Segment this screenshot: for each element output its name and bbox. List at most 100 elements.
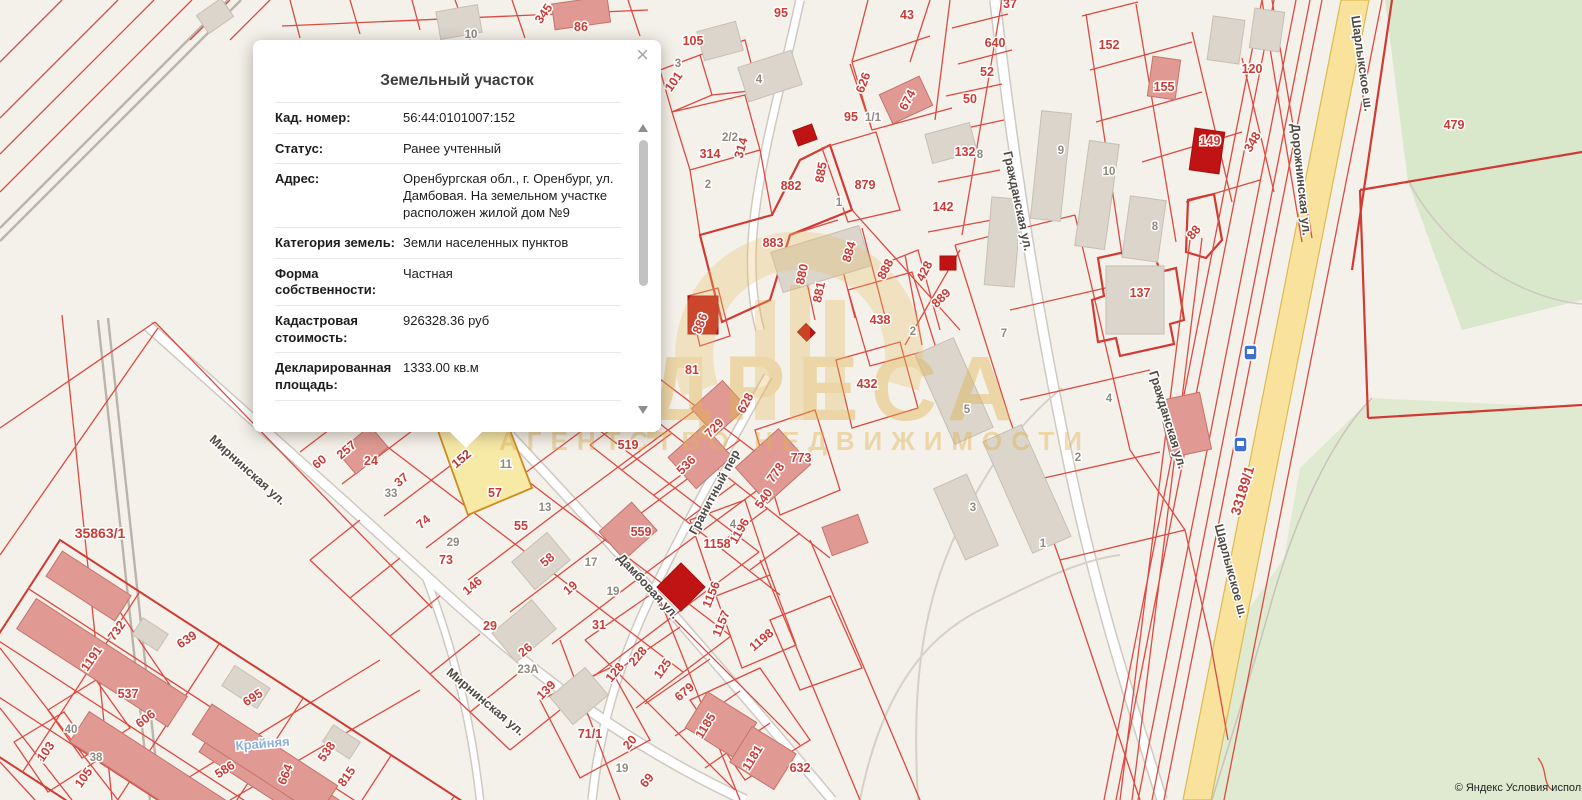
- parcel-number-label: 815: [335, 764, 358, 789]
- parcel-number-label: 146: [460, 574, 485, 598]
- parcel-number-label: 885: [812, 161, 829, 184]
- parcel-number-label: 1198: [747, 626, 777, 654]
- parcel-number-label: 2: [705, 179, 711, 191]
- parcel-number-label: 10: [1103, 166, 1116, 178]
- parcel-number-label: 632: [790, 761, 811, 775]
- parcel-number-label: 4: [730, 519, 737, 531]
- parcel-number-label: 640: [985, 36, 1006, 50]
- transit-stop-icon[interactable]: [1234, 437, 1247, 452]
- parcel-number-label: 537: [118, 687, 139, 701]
- popup-row: Декларированная площадь:1333.00 кв.м: [275, 353, 621, 400]
- parcel-number-label: 2: [910, 326, 916, 338]
- row-label: Декларированная площадь:: [275, 360, 399, 393]
- parcel-number-label: 105: [72, 765, 95, 790]
- parcel-number-label: 23A: [517, 664, 538, 676]
- parcel-number-label: 95: [774, 6, 788, 20]
- scroll-up-icon[interactable]: [638, 124, 648, 132]
- parcel-info-popup: × Земельный участок Кад. номер:56:44:010…: [253, 40, 661, 432]
- popup-row: Кад. номер:56:44:0101007:152: [275, 102, 621, 134]
- parcel-number-label: 24: [364, 454, 378, 468]
- parcel-number-label: 889: [929, 286, 954, 311]
- parcel-number-label: 71/1: [578, 727, 602, 741]
- parcel-number-label: 5: [964, 404, 971, 416]
- parcel-number-label: 1/1: [865, 112, 882, 124]
- parcel-number-label: 4: [756, 74, 763, 86]
- parcel-number-label: 95: [844, 110, 858, 124]
- popup-row: Адрес:Оренбургская обл., г. Оренбург, ул…: [275, 164, 621, 228]
- parcel-number-label: 1158: [703, 537, 730, 551]
- parcel-number-label: 559: [631, 525, 652, 539]
- parcel-number-label: 29: [483, 619, 497, 633]
- parcel-number-label: 155: [1154, 80, 1175, 94]
- parcel-number-label: 11: [500, 459, 513, 471]
- row-label: Кад. номер:: [275, 110, 399, 127]
- parcel-number-label: 31: [592, 618, 606, 632]
- parcel-number-label: 137: [1130, 286, 1151, 300]
- row-label: Форма собственности:: [275, 266, 399, 299]
- parcel-number-label: 1: [836, 197, 843, 209]
- row-label: Кадастровая стоимость:: [275, 313, 399, 346]
- transit-stop-icon[interactable]: [1244, 345, 1257, 360]
- popup-row: Кадастровая стоимость:926328.36 руб: [275, 306, 621, 353]
- parcel-number-label: 57: [488, 486, 502, 500]
- map-canvas[interactable]: АДРЕСА АГЕНТСТВО НЕДВИЖИМОСТИ 3458610110…: [0, 0, 1582, 800]
- row-value: Ранее учтенный: [403, 141, 621, 158]
- parcel-number-label: 19: [607, 586, 620, 598]
- row-value: Оренбургская обл., г. Оренбург, ул. Дамб…: [403, 171, 621, 221]
- parcel-number-label: 103: [34, 739, 57, 764]
- parcel-number-label: 86: [574, 20, 588, 34]
- parcel-number-label: 40: [65, 724, 78, 736]
- parcel-number-label: 105: [683, 34, 704, 48]
- parcel-number-label: 519: [618, 438, 639, 452]
- parcel-number-label: 29: [447, 537, 460, 549]
- parcel-number-label: 81: [685, 363, 699, 377]
- parcel-number-label: 2: [1075, 452, 1081, 464]
- parcel-number-label: 883: [763, 236, 784, 250]
- parcel-number-label: 19: [616, 763, 629, 775]
- scroll-thumb[interactable]: [639, 140, 648, 286]
- parcel-number-label: 35863/1: [75, 525, 126, 541]
- row-value: Частная: [403, 266, 621, 299]
- parcel-number-label: 73: [439, 553, 453, 567]
- popup-title: Земельный участок: [253, 40, 661, 102]
- parcel-number-label: 3: [675, 58, 681, 70]
- parcel-number-label: 773: [791, 451, 812, 465]
- parcel-number-label: 432: [857, 377, 878, 391]
- parcel-number-label: 2/2: [722, 132, 738, 144]
- parcel-number-label: 33: [385, 488, 398, 500]
- parcel-number-label: 142: [933, 200, 954, 214]
- popup-row: Статус:Ранее учтенный: [275, 134, 621, 165]
- parcel-number-label: 52: [980, 65, 994, 79]
- popup-scrollbar[interactable]: [638, 124, 649, 414]
- parcel-number-label: 8: [1152, 221, 1159, 233]
- parcel-number-label: 152: [1099, 38, 1120, 52]
- parcel-number-label: 55: [514, 519, 528, 533]
- parcel-number-label: 428: [913, 259, 935, 284]
- parcel-number-label: 9: [1058, 145, 1064, 157]
- row-value: Земли населенных пунктов: [403, 235, 621, 252]
- scroll-down-icon[interactable]: [638, 406, 648, 414]
- parcel-number-label: 438: [870, 313, 891, 327]
- parcel-number-label: 7: [1001, 328, 1007, 340]
- parcel-number-label: 120: [1242, 62, 1263, 76]
- parcel-number-label: 3: [970, 502, 976, 514]
- parcel-number-label: 74: [414, 512, 434, 532]
- parcel-number-label: 37: [1003, 0, 1017, 11]
- parcel-number-label: 314: [700, 147, 721, 161]
- map-application: АДРЕСА АГЕНТСТВО НЕДВИЖИМОСТИ 3458610110…: [0, 0, 1582, 800]
- row-value: 1333.00 кв.м: [403, 360, 621, 393]
- row-label: Статус:: [275, 141, 399, 158]
- parcel-number-label: 882: [781, 179, 802, 193]
- parcel-number-label: 13: [539, 502, 552, 514]
- parcel-number-label: 38: [90, 752, 103, 764]
- parcel-number-label: 149: [1200, 134, 1221, 148]
- parcel-number-label: 43: [900, 8, 914, 22]
- row-value: 926328.36 руб: [403, 313, 621, 346]
- parcel-number-label: 639: [174, 628, 199, 651]
- parcel-number-label: 132: [955, 145, 976, 159]
- popup-rows: Кад. номер:56:44:0101007:152Статус:Ранее…: [275, 102, 621, 401]
- close-icon[interactable]: ×: [636, 44, 649, 66]
- parcel-number-label: 479: [1444, 118, 1465, 132]
- popup-row: Категория земель:Земли населенных пункто…: [275, 228, 621, 259]
- parcel-number-label: 125: [651, 656, 674, 681]
